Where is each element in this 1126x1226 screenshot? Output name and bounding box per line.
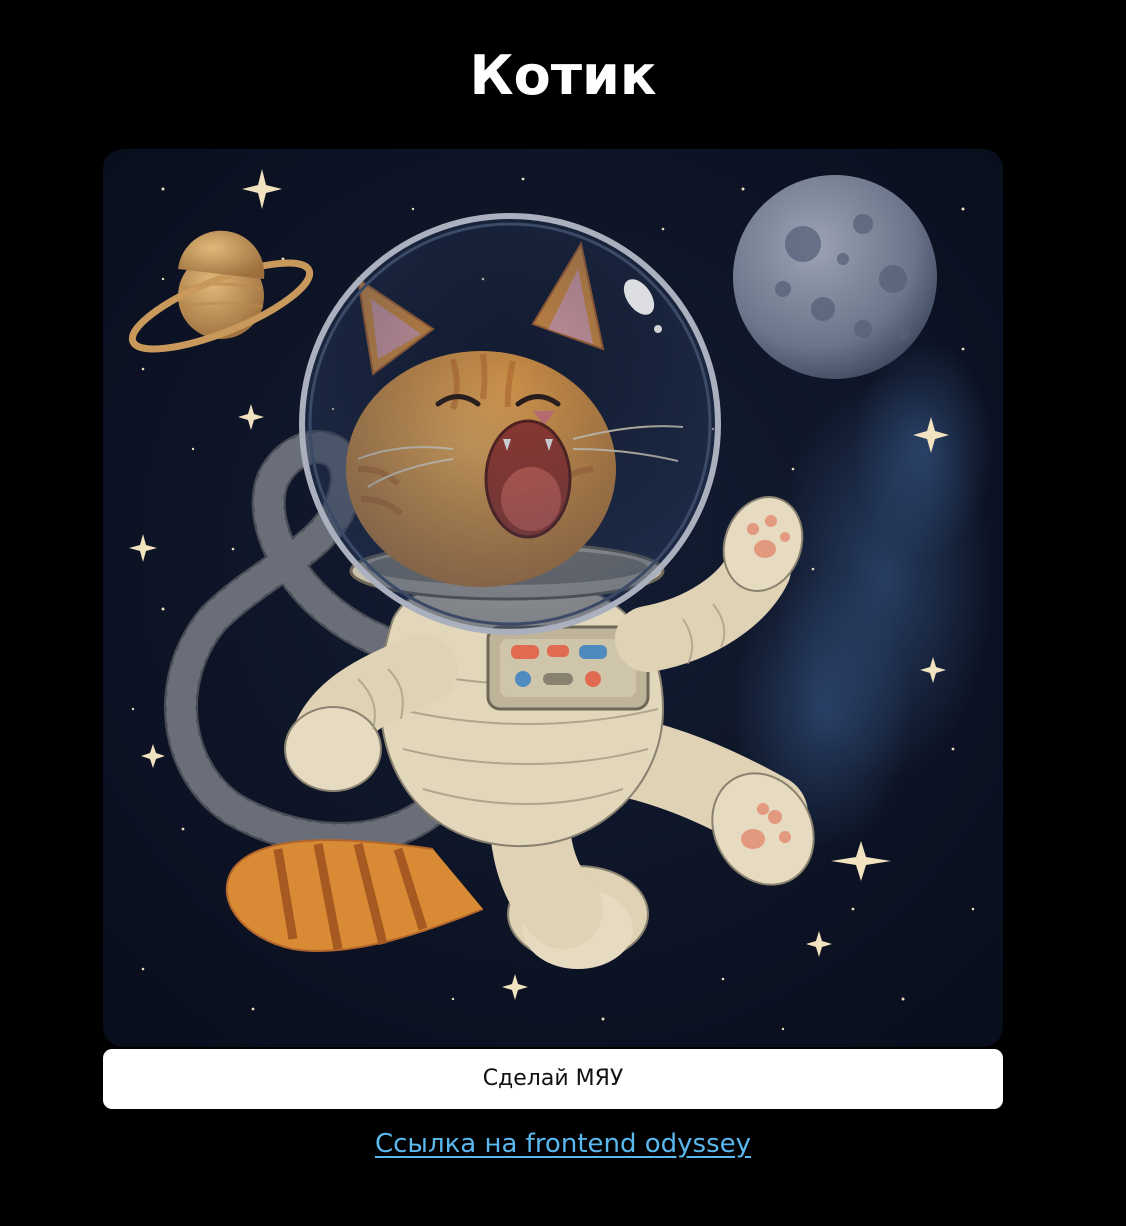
frontend-odyssey-link[interactable]: Ссылка на frontend odyssey [375, 1129, 751, 1159]
cat-astronaut-image [103, 149, 1003, 1047]
link-container: Ссылка на frontend odyssey [0, 1124, 1126, 1164]
page-title: Котик [469, 44, 657, 107]
meow-button[interactable]: Сделай МЯУ [103, 1049, 1003, 1109]
